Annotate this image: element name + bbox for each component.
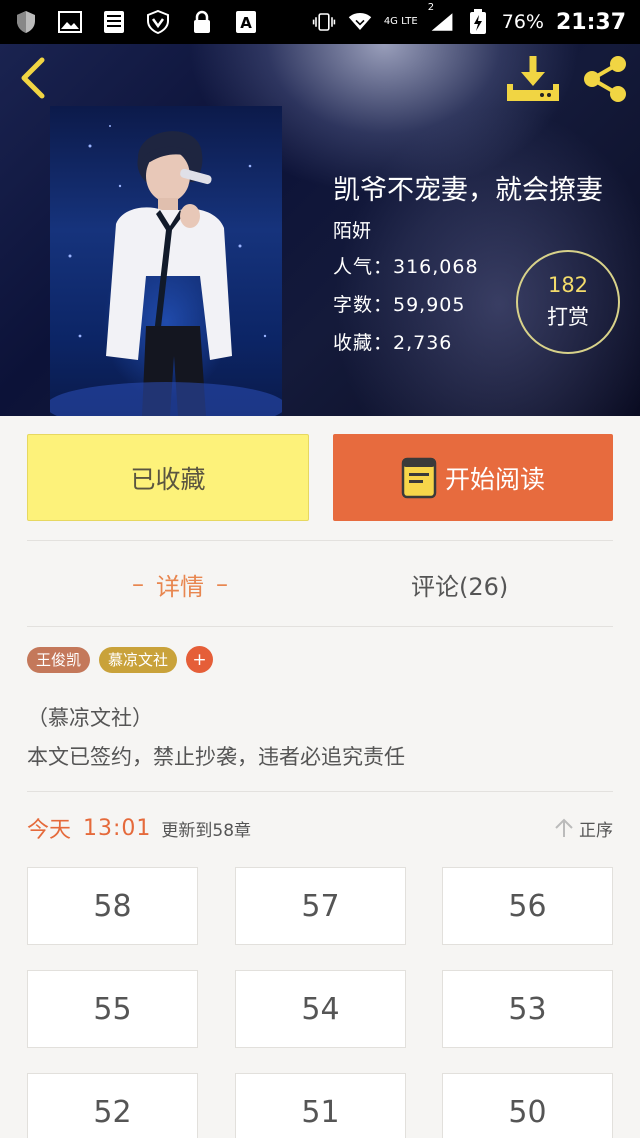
lock-icon	[190, 10, 214, 34]
network-type-label: 4G LTE	[383, 16, 418, 27]
image-icon	[58, 10, 82, 34]
update-time: 13:01	[83, 815, 152, 841]
reward-count: 182	[547, 273, 589, 297]
chapter-button[interactable]: 53	[442, 970, 613, 1048]
word-count-stat: 字数：59,905	[333, 294, 466, 316]
reward-button[interactable]: 182 打赏	[516, 250, 620, 354]
tab-active-dash: –	[132, 570, 144, 598]
sim-label: 2	[427, 2, 435, 13]
divider	[27, 540, 613, 541]
arrow-up-icon	[555, 818, 573, 837]
tab-comments-label: 评论(26)	[411, 572, 509, 601]
divider	[27, 626, 613, 627]
popularity-stat: 人气：316,068	[333, 256, 479, 278]
vibrate-icon	[312, 10, 336, 34]
status-bar: A 4G LTE 2 76% 21:37	[0, 0, 640, 44]
favorites-stat: 收藏：2,736	[333, 332, 453, 354]
reward-label: 打赏	[547, 305, 589, 329]
book-cover[interactable]	[50, 106, 282, 416]
favorited-button[interactable]: 已收藏	[27, 434, 309, 521]
battery-charging-icon	[466, 9, 490, 34]
chapter-button[interactable]: 57	[235, 867, 406, 945]
download-icon	[507, 56, 559, 101]
description-line: 本文已签约，禁止抄袭，违者必追究责任	[27, 745, 405, 769]
signal-icon: 2	[428, 2, 454, 34]
chapter-button[interactable]: 52	[27, 1073, 198, 1138]
back-button[interactable]	[14, 56, 54, 100]
chapter-button[interactable]: 50	[442, 1073, 613, 1138]
sort-label: 正序	[579, 820, 613, 841]
chapter-button[interactable]: 55	[27, 970, 198, 1048]
update-day: 今天	[27, 818, 72, 843]
clock: 21:37	[555, 9, 626, 35]
battery-percent: 76%	[501, 11, 544, 33]
chevron-left-icon	[21, 57, 45, 99]
chapter-button[interactable]: 51	[235, 1073, 406, 1138]
add-tag-button[interactable]: +	[186, 646, 214, 673]
book-author[interactable]: 陌妍	[333, 216, 371, 243]
update-info: 今天 13:01 更新到58章 正序	[27, 812, 613, 844]
update-text: 更新到58章	[161, 820, 252, 841]
book-title: 凯爷不宠妻，就会撩妻	[333, 175, 603, 206]
cover-image	[50, 125, 282, 416]
download-button[interactable]	[506, 54, 560, 104]
chapter-button[interactable]: 56	[442, 867, 613, 945]
tag-item[interactable]: 王俊凯	[27, 646, 91, 673]
font-icon: A	[234, 10, 258, 34]
start-reading-button[interactable]: 开始阅读	[333, 434, 613, 521]
favorited-label: 已收藏	[130, 464, 206, 494]
book-icon	[401, 457, 437, 498]
chapter-button[interactable]: 58	[27, 867, 198, 945]
share-button[interactable]	[580, 54, 630, 104]
wifi-icon	[348, 10, 372, 34]
share-icon	[584, 56, 626, 102]
list-icon	[102, 10, 126, 34]
vpn-shield-icon	[146, 10, 170, 34]
start-reading-label: 开始阅读	[444, 464, 545, 494]
divider	[27, 791, 613, 792]
chapter-button[interactable]: 54	[235, 970, 406, 1048]
tab-comments[interactable]: 评论(26)	[411, 566, 508, 602]
tab-detail[interactable]: – 详情 –	[120, 566, 240, 602]
sort-toggle[interactable]: 正序	[553, 816, 613, 841]
tab-active-dash: –	[216, 570, 228, 598]
tag-list: 王俊凯 慕凉文社 +	[27, 646, 214, 673]
shield-icon	[14, 10, 38, 34]
tag-item[interactable]: 慕凉文社	[99, 646, 178, 673]
tab-detail-label: 详情	[156, 572, 204, 601]
description-line: （慕凉文社）	[27, 706, 153, 730]
svg-text:A: A	[240, 14, 252, 32]
book-header: 凯爷不宠妻，就会撩妻 陌妍 人气：316,068 字数：59,905 收藏：2,…	[0, 44, 640, 416]
